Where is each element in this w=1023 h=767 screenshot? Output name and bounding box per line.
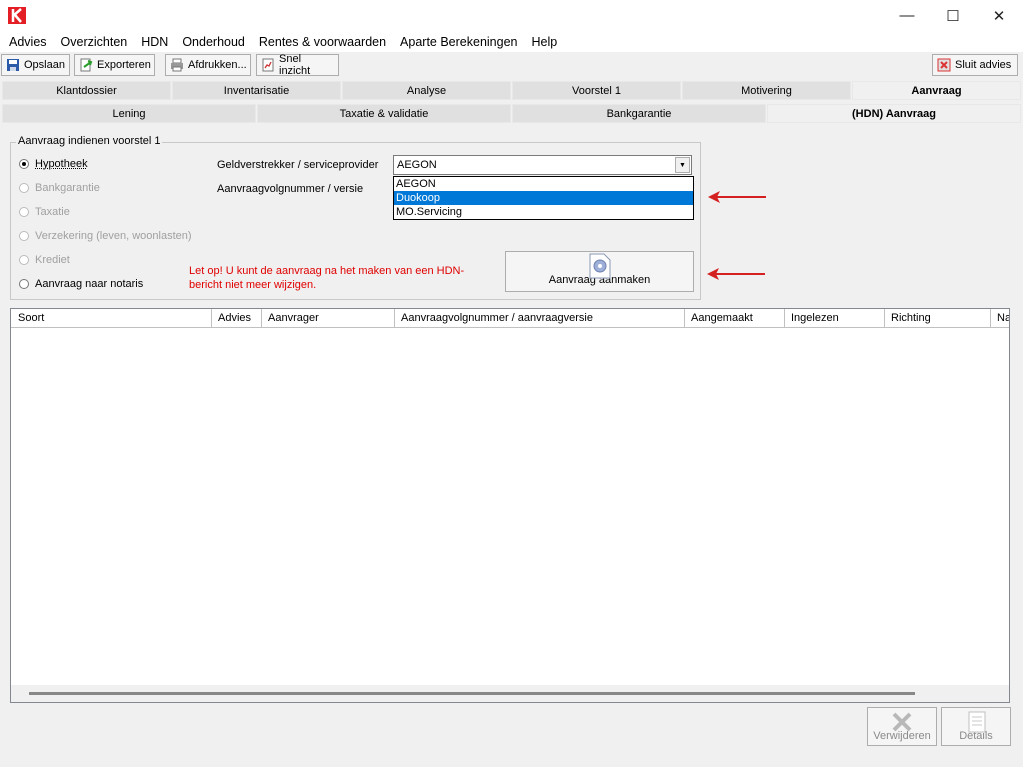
requests-table[interactable]: Soort Advies Aanvrager Aanvraagvolgnumme… bbox=[10, 308, 1010, 703]
tab-hdn-aanvraag[interactable]: (HDN) Aanvraag bbox=[767, 104, 1021, 123]
export-icon bbox=[80, 58, 93, 72]
scrollbar-thumb[interactable] bbox=[29, 692, 915, 695]
menu-hdn[interactable]: HDN bbox=[134, 32, 175, 52]
dropdown-option-aegon[interactable]: AEGON bbox=[394, 177, 693, 191]
radio-dot-icon bbox=[19, 231, 29, 241]
menu-onderhoud[interactable]: Onderhoud bbox=[175, 32, 252, 52]
horizontal-scrollbar[interactable] bbox=[11, 685, 1009, 702]
radio-label: Aanvraag naar notaris bbox=[35, 278, 144, 290]
radio-notaris[interactable]: Aanvraag naar notaris bbox=[19, 277, 143, 291]
column-header-ingelezen[interactable]: Ingelezen bbox=[785, 309, 885, 327]
lender-dropdown-list: AEGON Duokoop MO.Servicing bbox=[393, 176, 694, 220]
tab-motivering[interactable]: Motivering bbox=[682, 81, 851, 100]
save-label: Opslaan bbox=[24, 59, 65, 71]
menu-aparte-berekeningen[interactable]: Aparte Berekeningen bbox=[393, 32, 524, 52]
close-advice-label: Sluit advies bbox=[955, 59, 1012, 71]
radio-taxatie: Taxatie bbox=[19, 205, 70, 219]
radio-label: Krediet bbox=[35, 254, 70, 266]
export-label: Exporteren bbox=[97, 59, 151, 71]
radio-label: Hypotheek bbox=[35, 158, 88, 170]
print-label: Afdrukken... bbox=[188, 59, 247, 71]
lender-combobox[interactable]: AEGON ▼ bbox=[393, 155, 692, 175]
tab-bankgarantie[interactable]: Bankgarantie bbox=[512, 104, 766, 123]
menu-help[interactable]: Help bbox=[525, 32, 565, 52]
warning-text: Let op! U kunt de aanvraag na het maken … bbox=[189, 265, 465, 291]
radio-dot-icon bbox=[19, 183, 29, 193]
radio-hypotheek[interactable]: Hypotheek bbox=[19, 157, 88, 171]
create-request-button[interactable]: Aanvraag aanmaken bbox=[505, 251, 694, 292]
tab-voorstel-1[interactable]: Voorstel 1 bbox=[512, 81, 681, 100]
radio-krediet: Krediet bbox=[19, 253, 70, 267]
radio-verzekering: Verzekering (leven, woonlasten) bbox=[19, 229, 192, 243]
tab-analyse[interactable]: Analyse bbox=[342, 81, 511, 100]
tab-inventarisatie[interactable]: Inventarisatie bbox=[172, 81, 341, 100]
column-header-richting[interactable]: Richting bbox=[885, 309, 991, 327]
export-button[interactable]: Exporteren bbox=[74, 54, 155, 76]
maximize-icon[interactable]: ☐ bbox=[930, 0, 976, 31]
floppy-disk-icon bbox=[7, 59, 19, 71]
tab-klantdossier[interactable]: Klantdossier bbox=[2, 81, 171, 100]
column-header-advies[interactable]: Advies bbox=[212, 309, 262, 327]
delete-button: Verwijderen bbox=[867, 707, 937, 746]
document-list-icon bbox=[968, 711, 986, 733]
menu-bar: Advies Overzichten HDN Onderhoud Rentes … bbox=[0, 31, 1023, 52]
quick-insight-label: Snel inzicht bbox=[279, 53, 311, 77]
column-header-soort[interactable]: Soort bbox=[12, 309, 212, 327]
save-button[interactable]: Opslaan bbox=[1, 54, 70, 76]
close-advice-button[interactable]: Sluit advies bbox=[932, 54, 1018, 76]
column-header-aanvrager[interactable]: Aanvrager bbox=[262, 309, 395, 327]
tab-lening[interactable]: Lening bbox=[2, 104, 256, 123]
minimize-icon[interactable]: — bbox=[884, 0, 930, 31]
dropdown-option-duokoop[interactable]: Duokoop bbox=[394, 191, 693, 205]
groupbox-legend: Aanvraag indienen voorstel 1 bbox=[16, 135, 163, 147]
version-label: Aanvraagvolgnummer / versie bbox=[217, 183, 364, 195]
menu-advies[interactable]: Advies bbox=[2, 32, 54, 52]
tab-taxatie-validatie[interactable]: Taxatie & validatie bbox=[257, 104, 511, 123]
column-header-volgnummer[interactable]: Aanvraagvolgnummer / aanvraagversie bbox=[395, 309, 685, 327]
combo-value: AEGON bbox=[397, 159, 437, 171]
column-header-aangemaakt[interactable]: Aangemaakt bbox=[685, 309, 785, 327]
toolbar: Opslaan Exporteren Afdrukken... Snel inz… bbox=[0, 52, 1023, 77]
print-button[interactable]: Afdrukken... bbox=[165, 54, 251, 76]
close-icon[interactable]: ✕ bbox=[976, 0, 1022, 31]
document-chart-icon bbox=[262, 58, 274, 72]
dropdown-option-mo-servicing[interactable]: MO.Servicing bbox=[394, 205, 693, 219]
quick-insight-button[interactable]: Snel inzicht bbox=[256, 53, 339, 77]
printer-icon bbox=[171, 58, 183, 72]
table-header: Soort Advies Aanvrager Aanvraagvolgnumme… bbox=[11, 309, 1009, 328]
column-header-na[interactable]: Na bbox=[991, 309, 1009, 327]
radio-label: Taxatie bbox=[35, 206, 70, 218]
menu-overzichten[interactable]: Overzichten bbox=[54, 32, 135, 52]
radio-label: Verzekering (leven, woonlasten) bbox=[35, 230, 192, 242]
document-gear-icon bbox=[589, 253, 611, 279]
app-logo-icon bbox=[8, 7, 26, 24]
lender-label: Geldverstrekker / serviceprovider bbox=[217, 159, 379, 171]
title-bar: — ☐ ✕ bbox=[0, 0, 1023, 31]
menu-rentes[interactable]: Rentes & voorwaarden bbox=[252, 32, 393, 52]
radio-bankgarantie: Bankgarantie bbox=[19, 181, 100, 195]
chevron-down-icon[interactable]: ▼ bbox=[675, 157, 690, 173]
delete-x-icon bbox=[892, 712, 912, 732]
main-tabs: Klantdossier Inventarisatie Analyse Voor… bbox=[0, 81, 1023, 100]
radio-dot-icon bbox=[19, 279, 29, 289]
sub-tabs: Lening Taxatie & validatie Bankgarantie … bbox=[0, 104, 1023, 123]
tab-aanvraag[interactable]: Aanvraag bbox=[852, 81, 1021, 100]
radio-dot-icon bbox=[19, 207, 29, 217]
radio-dot-icon bbox=[19, 255, 29, 265]
close-red-icon bbox=[937, 58, 951, 72]
red-arrow-icon bbox=[707, 268, 765, 280]
red-arrow-icon bbox=[708, 191, 766, 203]
radio-label: Bankgarantie bbox=[35, 182, 100, 194]
radio-dot-icon bbox=[19, 159, 29, 169]
details-button: Details bbox=[941, 707, 1011, 746]
